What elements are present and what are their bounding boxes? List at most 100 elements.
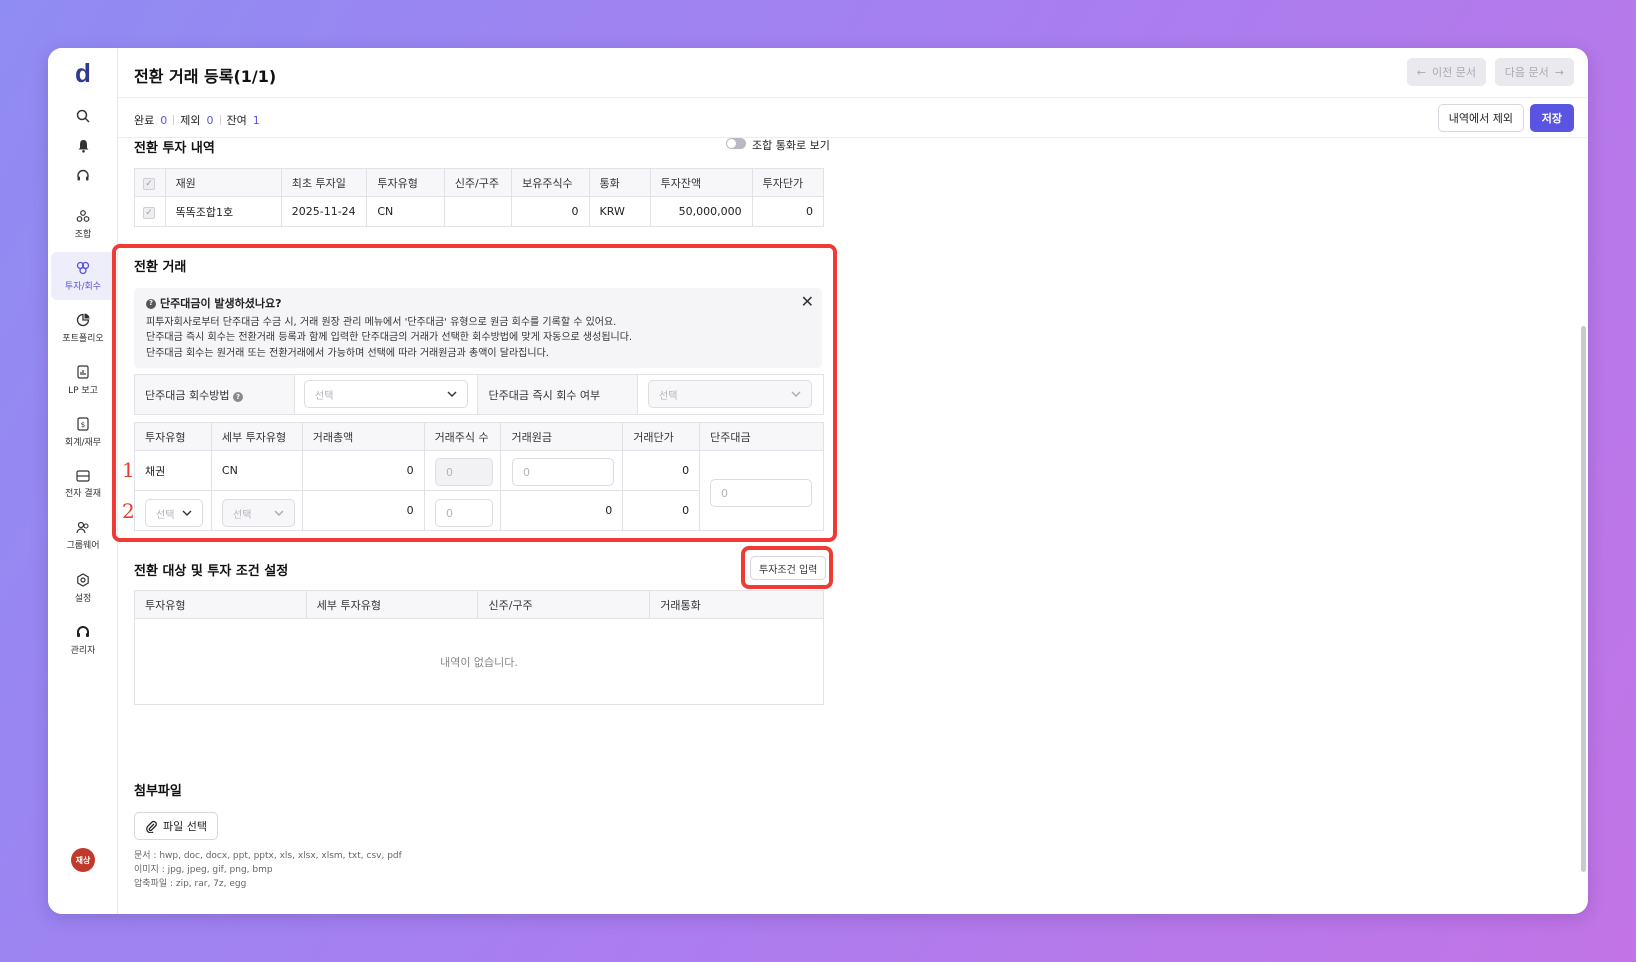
sidebar-item-groupware[interactable]: 그룹웨어 — [51, 512, 115, 560]
next-document-label: 다음 문서 — [1504, 66, 1549, 79]
remaining-count: 1 — [252, 113, 260, 127]
app-window: d 조합 투자/회수 포트폴리오 LP 보고 $ 회계/재무 전자 결재 그룹웨… — [48, 48, 1588, 914]
column-header: 최초 투자일 — [280, 168, 368, 197]
gear-icon — [77, 572, 89, 587]
column-header: 신주/구주 — [477, 590, 651, 619]
admin-icon — [77, 625, 89, 637]
file-select-button[interactable]: 파일 선택 — [134, 812, 218, 840]
column-header: 투자유형 — [134, 590, 307, 619]
format-line: 압축파일 : zip, rar, 7z, egg — [134, 879, 247, 889]
column-header: 투자잔액 — [649, 168, 753, 197]
targets-table: 투자유형 세부 투자유형 신주/구주 거래통화 내역이 없습니다. — [134, 590, 824, 705]
table-cell: 0 — [511, 196, 590, 227]
avatar[interactable]: 재상 — [71, 848, 95, 872]
status-bar: 완료 0 제외 0 잔여 1 내역에서 제외 저장 — [118, 98, 1588, 138]
table-cell: 0 — [751, 196, 825, 227]
column-header: 세부 투자유형 — [305, 590, 479, 619]
format-line: 이미지 : jpg, jpeg, gif, png, bmp — [134, 865, 273, 875]
allowed-formats: 문서 : hwp, doc, docx, ppt, pptx, xls, xls… — [134, 849, 402, 891]
column-header: 거래통화 — [649, 590, 824, 619]
table-header-row: ✓ 재원 최초 투자일 투자유형 신주/구주 보유주식수 통화 투자잔액 투자단… — [134, 168, 825, 197]
sidebar-item-label: 관리자 — [70, 645, 96, 656]
row-checkbox[interactable]: ✓ — [134, 196, 166, 227]
table-cell — [443, 196, 513, 227]
column-header: 신주/구주 — [443, 168, 513, 197]
page-title: 전환 거래 등록(1/1) — [134, 67, 277, 86]
done-count: 0 — [160, 113, 168, 127]
highlight-box-conversion — [112, 244, 837, 542]
sidebar-item-accounting[interactable]: $ 회계/재무 — [51, 408, 115, 456]
page-header: 전환 거래 등록(1/1) ← 이전 문서 다음 문서 → — [118, 48, 1588, 98]
report-icon — [77, 364, 89, 379]
attachments-title: 첨부파일 — [134, 784, 182, 799]
arrow-left-icon: ← — [1416, 65, 1427, 79]
divider — [173, 115, 175, 125]
bell-icon[interactable] — [48, 134, 118, 158]
highlight-box-terms-button — [741, 546, 833, 589]
sidebar-item-approval[interactable]: 전자 결재 — [51, 460, 115, 508]
investment-history-title: 전환 투자 내역 — [134, 141, 215, 156]
column-header: 투자유형 — [366, 168, 445, 197]
sidebar: d 조합 투자/회수 포트폴리오 LP 보고 $ 회계/재무 전자 결재 그룹웨… — [48, 48, 118, 914]
sidebar-item-settings[interactable]: 설정 — [51, 564, 115, 612]
approval-icon — [76, 469, 90, 482]
arrow-right-icon: → — [1554, 65, 1564, 79]
file-select-label: 파일 선택 — [163, 820, 207, 833]
sidebar-item-admin[interactable]: 관리자 — [51, 616, 115, 664]
accounting-icon: $ — [77, 416, 89, 431]
currency-toggle-label: 조합 통화로 보기 — [752, 139, 830, 152]
sidebar-item-label: 조합 — [74, 229, 92, 240]
column-header: 통화 — [588, 168, 651, 197]
table-row: ✓ 똑똑조합1호 2025-11-24 CN 0 KRW 50,000,000 … — [134, 196, 825, 227]
column-header: 재원 — [164, 168, 282, 197]
sidebar-item-portfolio[interactable]: 포트폴리오 — [51, 304, 115, 352]
sidebar-item-lp-report[interactable]: LP 보고 — [51, 356, 115, 404]
excluded-label: 제외 — [180, 114, 201, 127]
divider — [219, 115, 221, 125]
search-icon[interactable] — [48, 104, 118, 128]
empty-state: 내역이 없습니다. — [134, 618, 824, 705]
sidebar-item-label: 그룹웨어 — [66, 541, 100, 551]
sidebar-item-investment[interactable]: 투자/회수 — [51, 252, 115, 300]
sidebar-item-label: LP 보고 — [68, 385, 98, 396]
investment-history-table: ✓ 재원 최초 투자일 투자유형 신주/구주 보유주식수 통화 투자잔액 투자단… — [134, 168, 825, 227]
column-header: 투자단가 — [751, 168, 825, 197]
progress-counts: 완료 0 제외 0 잔여 1 — [134, 112, 260, 128]
done-label: 완료 — [134, 114, 155, 127]
currency-toggle[interactable] — [726, 138, 746, 149]
table-cell: 똑똑조합1호 — [164, 196, 282, 227]
fund-icon — [76, 209, 90, 222]
paperclip-icon — [146, 820, 157, 833]
sidebar-item-label: 투자/회수 — [64, 281, 102, 292]
exclude-from-list-button[interactable]: 내역에서 제외 — [1437, 104, 1524, 132]
main-content: 전환 투자 내역 조합 통화로 보기 ✓ 재원 최초 투자일 투자유형 신주/구… — [112, 138, 1588, 914]
table-cell: 50,000,000 — [649, 196, 753, 227]
sidebar-item-fund[interactable]: 조합 — [51, 200, 115, 248]
sidebar-item-label: 전자 결재 — [65, 488, 101, 499]
investment-icon — [76, 261, 90, 274]
targets-title: 전환 대상 및 투자 조건 설정 — [134, 564, 289, 579]
sidebar-item-label: 포트폴리오 — [62, 333, 104, 344]
table-cell: KRW — [588, 196, 651, 227]
sidebar-item-label: 설정 — [74, 593, 92, 604]
scrollbar[interactable] — [1581, 326, 1586, 872]
groupware-icon — [76, 521, 89, 534]
table-header-row: 투자유형 세부 투자유형 신주/구주 거래통화 — [134, 590, 824, 619]
app-logo[interactable]: d — [48, 58, 118, 89]
save-button[interactable]: 저장 — [1529, 104, 1574, 132]
excluded-count: 0 — [206, 113, 214, 127]
prev-document-label: 이전 문서 — [1432, 66, 1476, 79]
remaining-label: 잔여 — [226, 114, 247, 127]
next-document-button[interactable]: 다음 문서 → — [1494, 58, 1574, 86]
prev-document-button[interactable]: ← 이전 문서 — [1406, 58, 1486, 86]
table-cell: CN — [366, 196, 445, 227]
table-cell: 2025-11-24 — [280, 196, 368, 227]
select-all-checkbox[interactable]: ✓ — [134, 168, 166, 197]
svg-text:$: $ — [81, 421, 85, 429]
empty-row: 내역이 없습니다. — [134, 618, 824, 705]
column-header: 보유주식수 — [511, 168, 590, 197]
portfolio-icon — [76, 313, 90, 326]
format-line: 문서 : hwp, doc, docx, ppt, pptx, xls, xls… — [134, 851, 402, 861]
headset-icon[interactable] — [48, 164, 118, 188]
sidebar-item-label: 회계/재무 — [64, 437, 102, 448]
